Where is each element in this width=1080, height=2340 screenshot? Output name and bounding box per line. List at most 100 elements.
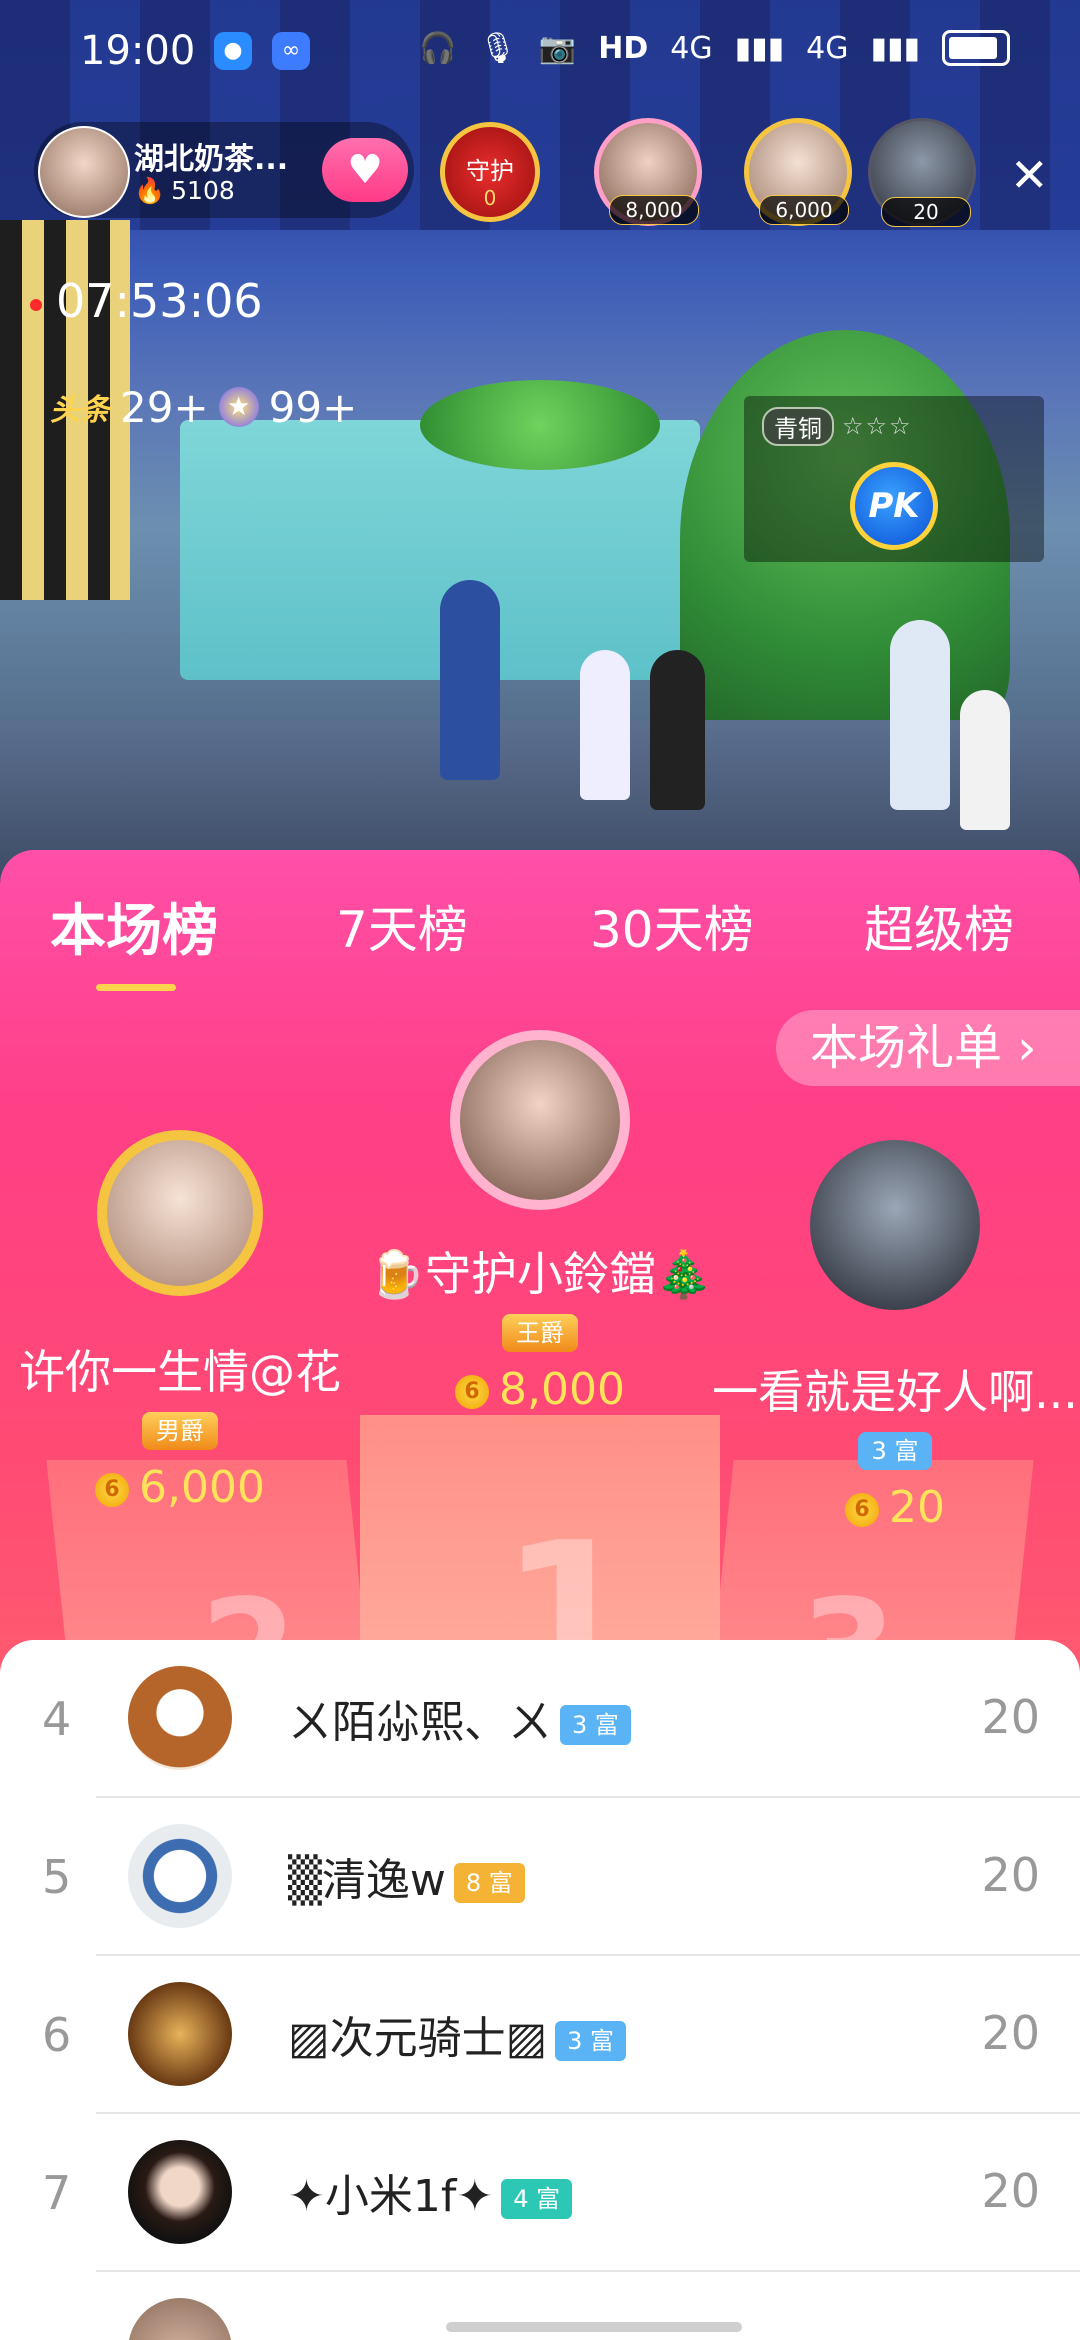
second-fan-avatar[interactable]	[97, 1130, 263, 1296]
list-item-name-text: ▒清逸w	[288, 1855, 446, 1906]
list-item-value: 20	[981, 1848, 1040, 1902]
top-fan-avatar-3[interactable]: 20	[868, 118, 976, 227]
third-fan-amount: 6 20	[710, 1482, 1080, 1533]
podium-fan-second[interactable]: 许你一生情@花 男爵 6 6,000	[0, 1130, 360, 1513]
list-item-avatar[interactable]	[128, 1824, 232, 1928]
signal-icon: ▮▮▮	[734, 30, 785, 66]
first-fan-amount-value: 8,000	[499, 1364, 625, 1415]
pk-panel[interactable]: 青铜 ☆☆☆ PK	[744, 396, 1044, 562]
status-time: 19:00	[80, 28, 196, 74]
list-item[interactable]: 5 ▒清逸w 8 富 20	[0, 1798, 1080, 1956]
list-item-value: 20	[981, 2164, 1040, 2218]
tab-current-session[interactable]: 本场榜	[50, 886, 218, 967]
list-item-rank: 5	[42, 1850, 72, 1904]
list-item-name-text: ▨次元骑士▨	[288, 2013, 548, 2064]
heart-icon: ♥	[347, 147, 383, 193]
list-item-rank: 6	[42, 2008, 72, 2062]
camera-icon: 📷	[538, 30, 577, 66]
ranking-list[interactable]: 4 ㄨ陌尛熙、ㄨ 3 富 20 5 ▒清逸w 8 富 20 6 ▨次元骑士▨ 3 富 …	[0, 1640, 1080, 2340]
video-child	[580, 650, 630, 800]
active-tab-indicator	[96, 984, 176, 991]
list-item-avatar[interactable]	[128, 1666, 232, 1770]
third-fan-avatar[interactable]	[810, 1140, 980, 1310]
list-item[interactable]: 4 ㄨ陌尛熙、ㄨ 3 富 20	[0, 1640, 1080, 1798]
top-fan-value-2: 6,000	[759, 195, 849, 225]
first-fan-avatar[interactable]	[450, 1030, 630, 1210]
tab-super[interactable]: 超级榜	[864, 890, 1014, 962]
tab-30-days[interactable]: 30天榜	[590, 890, 754, 962]
second-fan-amount: 6 6,000	[0, 1462, 360, 1513]
status-icons: 🎧 🎙 📷 HD 4G ▮▮▮ 4G ▮▮▮	[419, 30, 1010, 66]
pk-button[interactable]: PK	[850, 462, 938, 550]
gift-list-button[interactable]: 本场礼单 ›	[776, 1010, 1080, 1086]
battery-icon	[942, 30, 1010, 66]
list-item-name: ㄨ陌尛熙、ㄨ 3 富	[288, 1686, 631, 1750]
live-timer-value: 07:53:06	[56, 274, 263, 328]
top-fan-value-1: 8,000	[609, 195, 699, 225]
second-fan-amount-value: 6,000	[139, 1462, 265, 1513]
list-item-value: 20	[981, 1690, 1040, 1744]
signal-icon-2: ▮▮▮	[870, 30, 920, 66]
guard-label: 守护	[466, 157, 514, 185]
headline-count: 29+	[120, 382, 209, 432]
star-count: 99+	[268, 382, 358, 432]
guard-badge[interactable]: 守护 0	[440, 122, 540, 222]
headphone-icon: 🎧	[419, 30, 457, 66]
list-item-name: ✦小米1f✦ 4 富	[288, 2160, 573, 2224]
list-item-rank: 7	[42, 2166, 72, 2220]
headline-label: 头条	[50, 393, 110, 428]
list-item-name: ▨次元骑士▨ 3 富	[288, 2002, 627, 2066]
third-fan-level-badge: 3 富	[857, 1432, 933, 1470]
podium-fan-first[interactable]: 🍺守护小鈴鐺🎄 王爵 6 8,000	[300, 1030, 780, 1415]
second-fan-name: 许你一生情@花	[19, 1345, 341, 1399]
tab-7-days[interactable]: 7天榜	[336, 890, 468, 962]
list-item-rank: 4	[42, 1692, 72, 1746]
star-icon: ★	[218, 387, 259, 427]
coin-icon: 6	[95, 1473, 130, 1507]
list-item-name: ▒清逸w 8 富	[288, 1844, 525, 1908]
recording-dot-icon	[30, 298, 42, 311]
host-name: 湖北奶茶...	[134, 142, 289, 177]
app-notification-icon: ●	[214, 32, 252, 70]
video-child	[650, 650, 705, 810]
list-item[interactable]: 6 ▨次元骑士▨ 3 富 20	[0, 1956, 1080, 2114]
list-item-avatar[interactable]	[128, 2298, 232, 2340]
network-4g-icon-2: 4G	[806, 30, 849, 66]
microphone-icon: 🎙	[478, 30, 517, 66]
hd-icon: HD	[598, 30, 649, 66]
home-indicator[interactable]	[446, 2322, 742, 2332]
video-canopy	[420, 380, 660, 470]
list-item-name-text: ㄨ陌尛熙、ㄨ	[288, 1697, 552, 1748]
pk-rank-badge: 青铜	[762, 406, 834, 446]
coin-icon: 6	[455, 1375, 490, 1409]
close-icon[interactable]: ✕	[1010, 148, 1049, 202]
video-child	[440, 580, 500, 780]
list-item-value: 20	[981, 2006, 1040, 2060]
host-avatar[interactable]	[38, 126, 130, 218]
infinity-icon: ∞	[272, 32, 310, 70]
video-child	[890, 620, 950, 810]
second-fan-level-badge: 男爵	[142, 1412, 218, 1450]
network-4g-icon: 4G	[670, 30, 713, 66]
follow-button[interactable]: ♥	[322, 138, 408, 202]
podium-fan-third[interactable]: 一看就是好人啊... 3 富 6 20	[710, 1140, 1080, 1533]
list-item-avatar[interactable]	[128, 1982, 232, 2086]
third-fan-name: 一看就是好人啊...	[712, 1365, 1078, 1419]
top-fan-avatar-1[interactable]: 8,000	[594, 118, 702, 226]
list-item-level-badge: 4 富	[501, 2179, 573, 2219]
list-item-name-text: ✦小米1f✦	[288, 2171, 494, 2222]
host-heat-value: 5108	[171, 176, 235, 205]
status-bar: 19:00 ● ∞ 🎧 🎙 📷 HD 4G ▮▮▮ 4G ▮▮▮	[0, 0, 1080, 105]
fire-icon: 🔥	[134, 176, 166, 205]
list-item-level-badge: 3 富	[560, 1705, 631, 1745]
top-fan-value-3: 20	[881, 197, 971, 227]
hot-tags[interactable]: 头条 29+ ★ 99+	[50, 372, 380, 442]
host-heat: 🔥 5108	[134, 176, 235, 206]
list-item-avatar[interactable]	[128, 2140, 232, 2244]
first-fan-amount: 6 8,000	[300, 1364, 780, 1415]
video-child	[960, 690, 1010, 830]
pk-rank-stars: ☆☆☆	[842, 412, 913, 440]
first-fan-level-badge: 王爵	[502, 1314, 578, 1352]
list-item[interactable]: 7 ✦小米1f✦ 4 富 20	[0, 2114, 1080, 2272]
top-fan-avatar-2[interactable]: 6,000	[744, 118, 852, 226]
